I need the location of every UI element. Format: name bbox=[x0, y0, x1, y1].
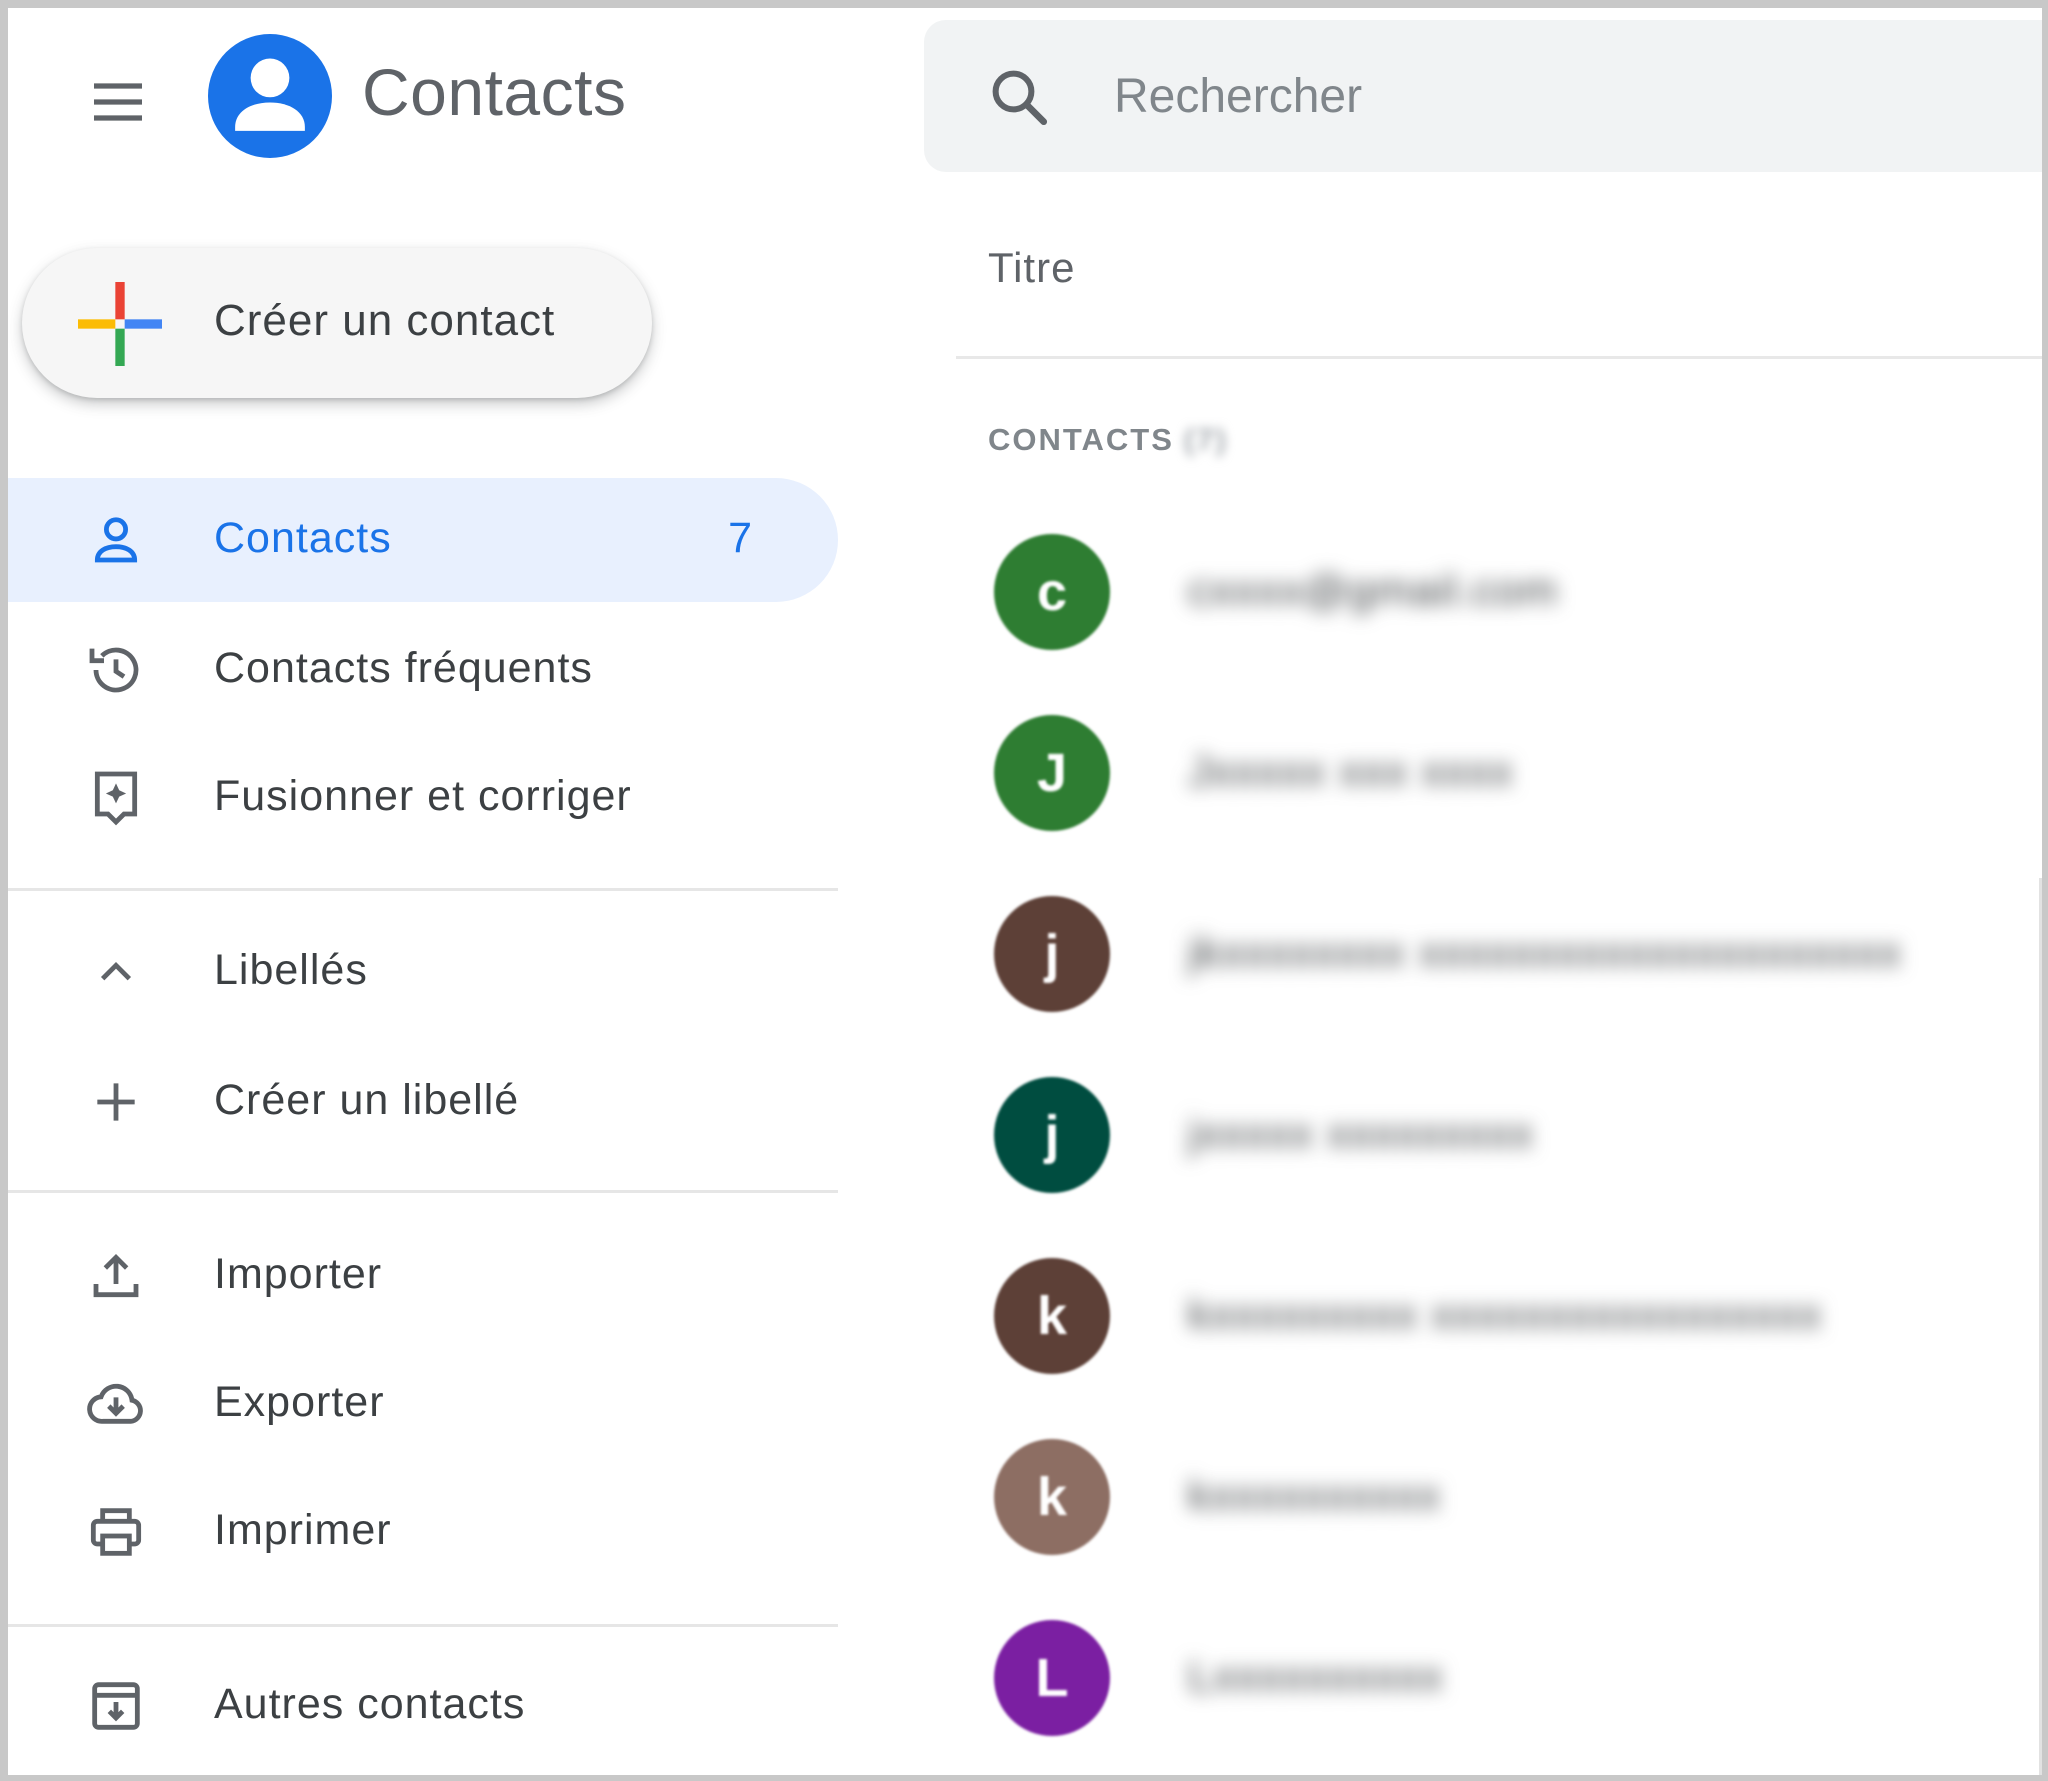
contact-name: cxxxx@gmail.com bbox=[1188, 566, 1559, 615]
contacts-section-header: CONTACTS (7) bbox=[988, 422, 1228, 458]
printer-icon bbox=[90, 1508, 142, 1556]
sidebar-item-label: Autres contacts bbox=[214, 1680, 526, 1728]
contacts-logo-icon[interactable] bbox=[208, 34, 332, 158]
contact-row[interactable]: j jxxxxx xxxxxxxxx bbox=[956, 1055, 2042, 1215]
sidebar-item-label: Imprimer bbox=[214, 1506, 392, 1554]
contact-row[interactable]: k kxxxxxxxxxx bbox=[956, 1417, 2042, 1577]
contact-avatar: J bbox=[994, 715, 1110, 831]
sidebar-item-label: Fusionner et corriger bbox=[214, 772, 632, 820]
person-icon bbox=[94, 517, 138, 563]
contact-avatar: j bbox=[994, 896, 1110, 1012]
archive-icon bbox=[92, 1682, 140, 1730]
create-contact-label: Créer un contact bbox=[214, 296, 556, 345]
sidebar-item-label: Exporter bbox=[214, 1378, 385, 1426]
merge-fix-icon bbox=[94, 771, 138, 826]
contact-avatar: k bbox=[994, 1258, 1110, 1374]
search-input[interactable] bbox=[1114, 60, 2014, 132]
search-bar[interactable] bbox=[924, 20, 2042, 172]
contact-name: jxxxxx xxxxxxxxx bbox=[1188, 1109, 1534, 1158]
contact-avatar: k bbox=[994, 1439, 1110, 1555]
sidebar-item-label: Contacts bbox=[214, 514, 392, 562]
contact-name: Lxxxxxxxxxx bbox=[1188, 1652, 1444, 1701]
sidebar-item-import[interactable]: Importer bbox=[8, 1214, 838, 1338]
upload-icon bbox=[93, 1253, 139, 1298]
contacts-app-window: Contacts Créer un contact Contacts 7 bbox=[0, 0, 2048, 1781]
sidebar-item-label: Importer bbox=[214, 1250, 383, 1298]
contact-name: kxxxxxxxxx xxxxxxxxxxxxxxxxx bbox=[1188, 1290, 1823, 1339]
section-count: (7) bbox=[1183, 422, 1228, 457]
contact-row[interactable]: j jkxxxxxxxx xxxxxxxxxxxxxxxxxxxxx bbox=[956, 874, 2042, 1034]
section-title: CONTACTS bbox=[988, 422, 1174, 457]
contact-name: jkxxxxxxxx xxxxxxxxxxxxxxxxxxxxx bbox=[1188, 928, 1902, 977]
sidebar-item-label: Libellés bbox=[214, 946, 368, 994]
contact-name: Jxxxxx xxx xxxx bbox=[1188, 747, 1514, 796]
contact-row[interactable]: L Lxxxxxxxxxx bbox=[956, 1598, 2042, 1758]
colorful-plus-icon bbox=[78, 282, 162, 366]
contact-avatar: c bbox=[994, 534, 1110, 650]
sidebar-item-export[interactable]: Exporter bbox=[8, 1342, 838, 1466]
chevron-up-icon bbox=[100, 961, 132, 981]
sidebar-divider bbox=[8, 1624, 838, 1627]
contact-row[interactable]: k kxxxxxxxxx xxxxxxxxxxxxxxxxx bbox=[956, 1236, 2042, 1396]
app-title: Contacts bbox=[362, 55, 627, 129]
hamburger-menu-icon bbox=[94, 83, 142, 121]
scrollbar-track[interactable] bbox=[2039, 878, 2042, 1775]
sidebar-item-print[interactable]: Imprimer bbox=[8, 1470, 838, 1594]
create-contact-button[interactable]: Créer un contact bbox=[22, 248, 652, 398]
contact-name: kxxxxxxxxxx bbox=[1188, 1471, 1441, 1520]
sidebar-item-label: Créer un libellé bbox=[214, 1076, 520, 1124]
history-icon bbox=[89, 647, 139, 693]
sidebar-item-labels-toggle[interactable]: Libellés bbox=[8, 910, 838, 1034]
sidebar-divider bbox=[8, 888, 838, 891]
sidebar-item-contacts[interactable]: Contacts 7 bbox=[8, 478, 838, 602]
column-header-title[interactable]: Titre bbox=[988, 244, 1075, 292]
sidebar-item-frequent-contacts[interactable]: Contacts fréquents bbox=[8, 608, 838, 732]
sidebar-divider bbox=[8, 1190, 838, 1193]
contacts-count-badge: 7 bbox=[728, 514, 752, 562]
sidebar-item-merge-fix[interactable]: Fusionner et corriger bbox=[8, 736, 838, 860]
cloud-download-icon bbox=[87, 1383, 143, 1424]
contact-row[interactable]: J Jxxxxx xxx xxxx bbox=[956, 693, 2042, 853]
contact-row[interactable]: c cxxxx@gmail.com bbox=[956, 512, 2042, 672]
sidebar-item-create-label[interactable]: Créer un libellé bbox=[8, 1040, 838, 1164]
header-divider bbox=[956, 356, 2042, 359]
search-icon[interactable] bbox=[986, 64, 1052, 130]
plus-icon bbox=[97, 1083, 135, 1121]
contact-avatar: L bbox=[994, 1620, 1110, 1736]
sidebar-item-other-contacts[interactable]: Autres contacts bbox=[8, 1644, 838, 1768]
sidebar-item-label: Contacts fréquents bbox=[214, 644, 593, 692]
main-menu-button[interactable] bbox=[76, 60, 160, 144]
contact-avatar: j bbox=[994, 1077, 1110, 1193]
